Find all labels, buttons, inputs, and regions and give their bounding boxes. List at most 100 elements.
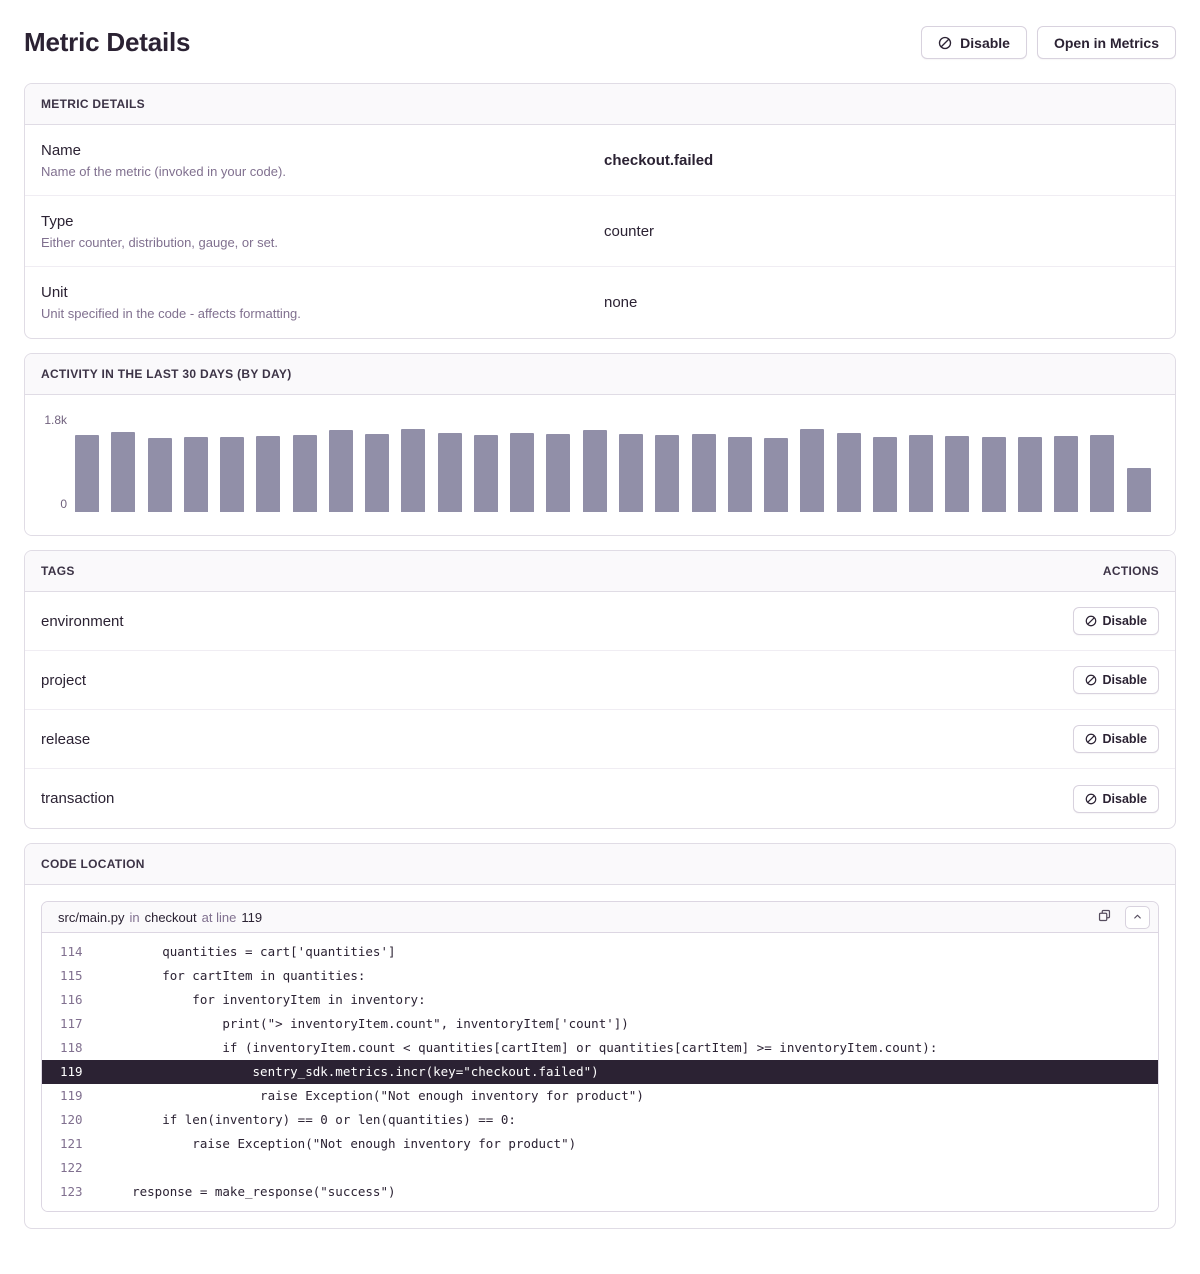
actions-header-label: ACTIONS xyxy=(1103,564,1159,578)
code-line: 118 if (inventoryItem.count < quantities… xyxy=(42,1036,1158,1060)
code-frame: src/main.py in checkout at line 119 xyxy=(41,901,1159,1212)
page-title: Metric Details xyxy=(24,27,190,58)
code-line-number: 118 xyxy=(42,1036,102,1060)
metric-detail-label: Type xyxy=(41,213,600,230)
tag-row: environment Disable xyxy=(25,592,1175,651)
chart-bar xyxy=(438,433,462,512)
code-location-body: src/main.py in checkout at line 119 xyxy=(25,885,1175,1228)
metric-detail-left: Type Either counter, distribution, gauge… xyxy=(41,213,600,250)
activity-panel-header: ACTIVITY IN THE LAST 30 DAYS (BY DAY) xyxy=(25,354,1175,395)
chart-bar xyxy=(692,434,716,512)
chart-bar xyxy=(111,432,135,512)
code-line-number: 119 xyxy=(42,1084,102,1108)
header-actions: Disable Open in Metrics xyxy=(921,26,1176,59)
metric-details-panel: METRIC DETAILS Name Name of the metric (… xyxy=(24,83,1176,339)
chart-bar xyxy=(293,435,317,512)
tag-name: transaction xyxy=(41,790,114,807)
code-line-number: 120 xyxy=(42,1108,102,1132)
y-axis-max-label: 1.8k xyxy=(25,413,67,427)
metric-detail-label: Name xyxy=(41,142,600,159)
code-line: 122 xyxy=(42,1156,1158,1180)
code-line-number: 117 xyxy=(42,1012,102,1036)
tags-header-label: TAGS xyxy=(41,564,75,578)
metric-detail-row: Name Name of the metric (invoked in your… xyxy=(25,125,1175,196)
code-location-panel-header: CODE LOCATION xyxy=(25,844,1175,885)
code-line-number: 121 xyxy=(42,1132,102,1156)
chart-bar xyxy=(1054,436,1078,512)
chart-bar xyxy=(728,437,752,512)
chart-bar xyxy=(546,434,570,512)
code-line-text: quantities = cart['quantities'] xyxy=(102,940,396,964)
code-line: 120 if len(inventory) == 0 or len(quanti… xyxy=(42,1108,1158,1132)
code-line-number: 115 xyxy=(42,964,102,988)
ban-icon xyxy=(938,36,952,50)
chart-bar xyxy=(619,434,643,512)
metric-details-panel-header: METRIC DETAILS xyxy=(25,84,1175,125)
code-line-text: if (inventoryItem.count < quantities[car… xyxy=(102,1036,937,1060)
code-line: 119 sentry_sdk.metrics.incr(key="checkou… xyxy=(42,1060,1158,1084)
chart-bar xyxy=(764,438,788,512)
code-line-number: 119 xyxy=(241,910,262,925)
code-function-name: checkout xyxy=(145,910,197,925)
metric-detail-label: Unit xyxy=(41,284,600,301)
chart-bar xyxy=(75,435,99,512)
tags-panel: TAGS ACTIONS environment Disable project… xyxy=(24,550,1176,829)
code-lines: 114 quantities = cart['quantities'] 115 … xyxy=(42,933,1158,1211)
tag-row: project Disable xyxy=(25,651,1175,710)
chart-bar xyxy=(837,433,861,512)
code-line-number: 116 xyxy=(42,988,102,1012)
code-line-number: 122 xyxy=(42,1156,102,1180)
chart-bar xyxy=(655,435,679,512)
code-line-number: 119 xyxy=(42,1060,102,1084)
chart-bar xyxy=(329,430,353,512)
page-header: Metric Details Disable Open in Metrics xyxy=(24,26,1176,59)
code-line-number: 123 xyxy=(42,1180,102,1204)
y-axis-zero-label: 0 xyxy=(25,497,67,511)
chart-bar xyxy=(510,433,534,512)
metric-detail-value: checkout.failed xyxy=(600,152,1159,169)
chart-bar xyxy=(220,437,244,512)
chart-bar xyxy=(945,436,969,512)
ban-icon xyxy=(1085,674,1097,686)
disable-tag-button[interactable]: Disable xyxy=(1073,607,1159,635)
chart-bar xyxy=(474,435,498,512)
code-line: 115 for cartItem in quantities: xyxy=(42,964,1158,988)
chart-bar xyxy=(583,430,607,512)
chart-bar xyxy=(148,438,172,512)
code-line-text: response = make_response("success") xyxy=(102,1180,396,1204)
copy-code-button[interactable] xyxy=(1094,905,1115,929)
ban-icon xyxy=(1085,733,1097,745)
activity-bar-chart: 1.8k 0 xyxy=(25,395,1175,535)
disable-metric-button[interactable]: Disable xyxy=(921,26,1027,59)
tag-name: environment xyxy=(41,613,124,630)
chart-bar xyxy=(184,437,208,512)
code-file-path: src/main.py xyxy=(58,910,124,925)
metric-detail-row: Unit Unit specified in the code - affect… xyxy=(25,267,1175,338)
tags-rows: environment Disable project Disable rele… xyxy=(25,592,1175,828)
collapse-code-button[interactable] xyxy=(1125,906,1150,929)
code-in-word: in xyxy=(129,910,139,925)
code-line-text: raise Exception("Not enough inventory fo… xyxy=(102,1084,644,1108)
disable-tag-button[interactable]: Disable xyxy=(1073,725,1159,753)
open-in-metrics-button[interactable]: Open in Metrics xyxy=(1037,26,1176,59)
chart-bars xyxy=(75,421,1151,512)
code-line-text: raise Exception("Not enough inventory fo… xyxy=(102,1132,576,1156)
metric-detail-left: Unit Unit specified in the code - affect… xyxy=(41,284,600,321)
metric-detail-row: Type Either counter, distribution, gauge… xyxy=(25,196,1175,267)
code-line-text: if len(inventory) == 0 or len(quantities… xyxy=(102,1108,516,1132)
code-line-text: for inventoryItem in inventory: xyxy=(102,988,426,1012)
code-line: 121 raise Exception("Not enough inventor… xyxy=(42,1132,1158,1156)
code-line: 116 for inventoryItem in inventory: xyxy=(42,988,1158,1012)
code-line: 114 quantities = cart['quantities'] xyxy=(42,940,1158,964)
chart-bar xyxy=(909,435,933,512)
code-at-line-words: at line xyxy=(202,910,237,925)
metric-detail-value: none xyxy=(600,294,1159,311)
chart-bar xyxy=(800,429,824,512)
activity-panel: ACTIVITY IN THE LAST 30 DAYS (BY DAY) 1.… xyxy=(24,353,1176,536)
code-line-number: 114 xyxy=(42,940,102,964)
disable-tag-button[interactable]: Disable xyxy=(1073,785,1159,813)
chart-bar xyxy=(365,434,389,512)
code-line-text: print("> inventoryItem.count", inventory… xyxy=(102,1012,629,1036)
tag-row: transaction Disable xyxy=(25,769,1175,828)
disable-tag-button[interactable]: Disable xyxy=(1073,666,1159,694)
